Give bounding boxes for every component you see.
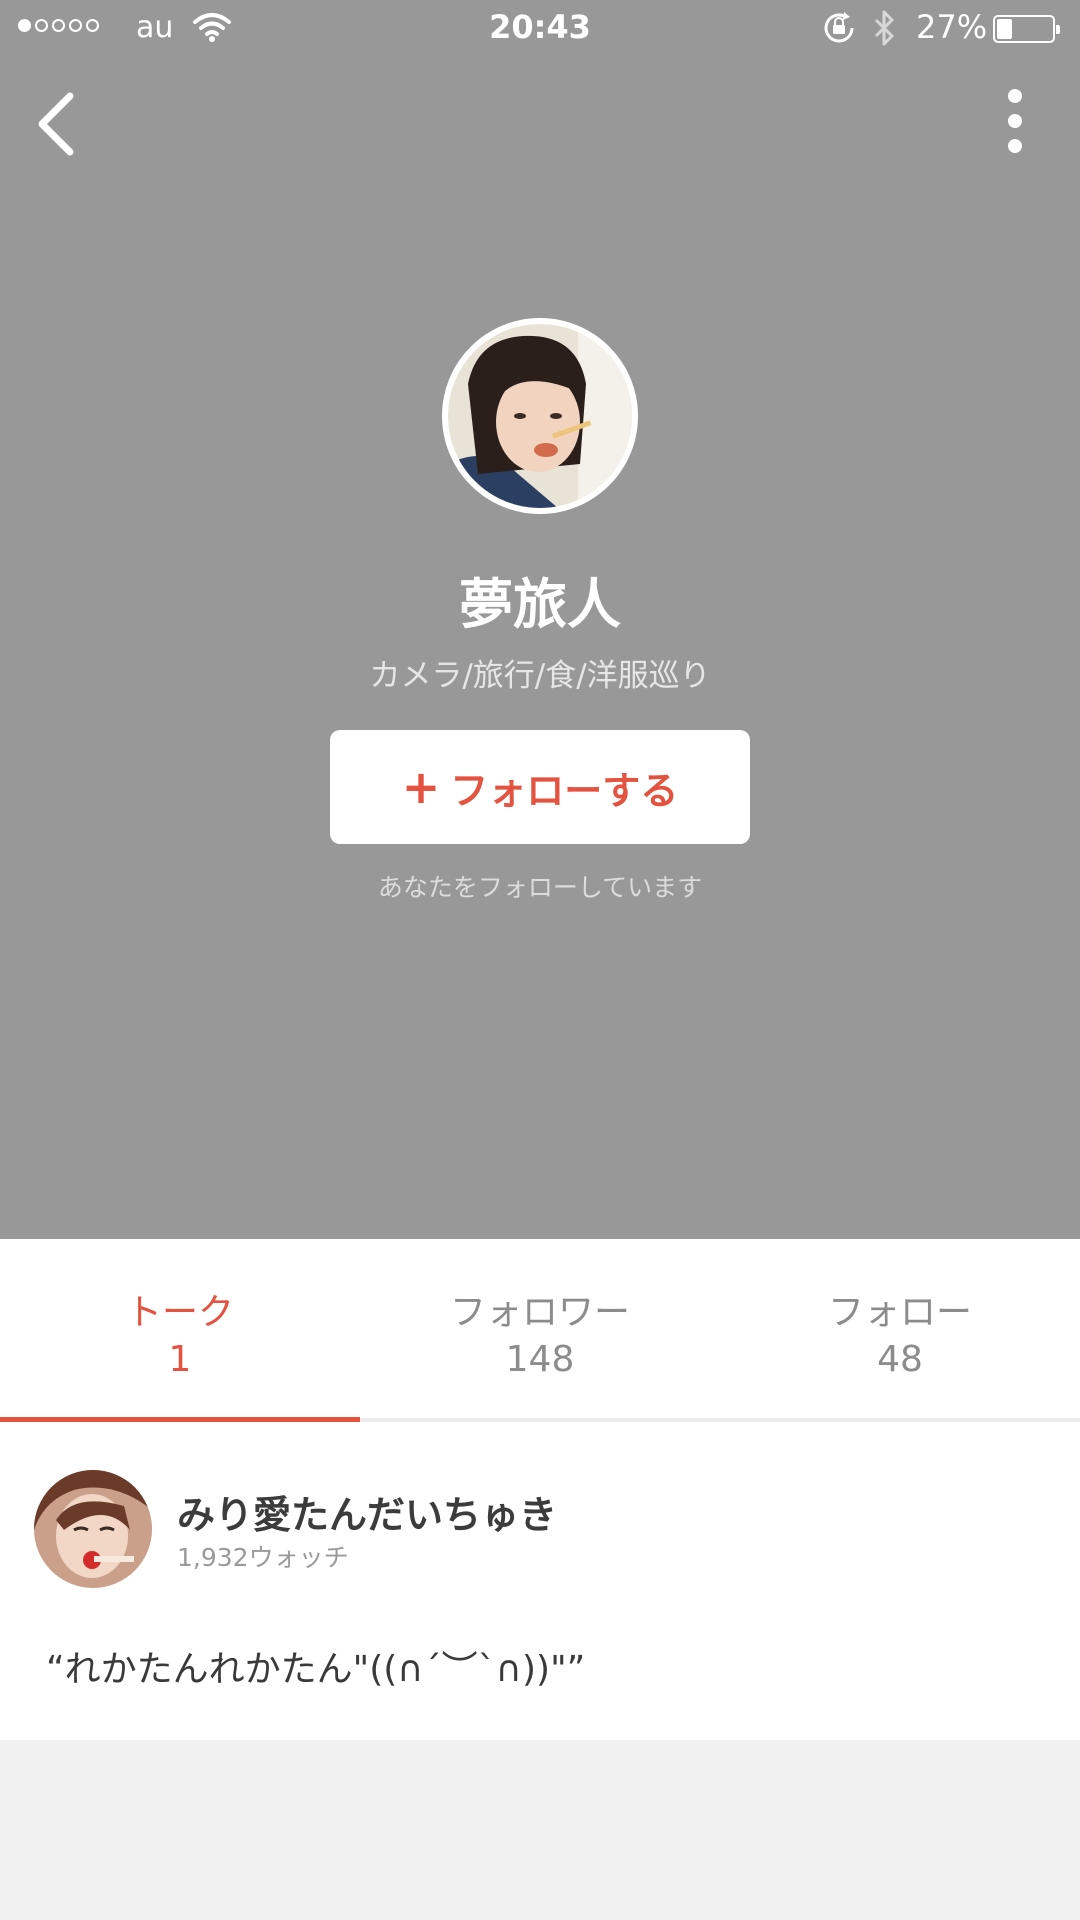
- talk-watch-count: 1,932ウォッチ: [177, 1543, 349, 1572]
- tab-following-count: 48: [877, 1339, 923, 1380]
- profile-tabs: トーク 1 フォロワー 148 フォロー 48: [0, 1239, 1080, 1422]
- tab-following[interactable]: フォロー 48: [720, 1239, 1080, 1422]
- rotation-lock-icon: [824, 12, 854, 43]
- status-bar: au 20:43 27%: [0, 0, 1080, 56]
- talk-list-item[interactable]: みり愛たんだいちゅき 1,932ウォッチ “れかたんれかたん"((∩´︶`∩))…: [0, 1422, 1080, 1740]
- profile-avatar: [442, 318, 638, 514]
- profile-bio: カメラ/旅行/食/洋服巡り: [369, 658, 711, 694]
- tab-talk-label: トーク: [125, 1292, 234, 1333]
- follow-button-label: フォローする: [450, 768, 679, 813]
- tab-followers[interactable]: フォロワー 148: [360, 1239, 720, 1422]
- back-chevron-icon[interactable]: [22, 82, 92, 162]
- plus-icon: +: [401, 760, 441, 814]
- tab-talk-count: 1: [168, 1339, 192, 1380]
- profile-header: au 20:43 27% 夢旅人 カメラ/旅行/食/洋服巡り + フォローする …: [0, 0, 1080, 1239]
- talk-quote: “れかたんれかたん"((∩´︶`∩))"”: [46, 1649, 586, 1690]
- talk-avatar: [34, 1470, 152, 1588]
- follows-you-notice: あなたをフォローしています: [377, 873, 703, 902]
- battery-icon: [993, 15, 1060, 43]
- tab-followers-label: フォロワー: [449, 1292, 630, 1333]
- tab-talk[interactable]: トーク 1: [0, 1239, 360, 1422]
- bluetooth-icon: [874, 10, 894, 46]
- tab-following-label: フォロー: [827, 1292, 972, 1333]
- battery-percent: 27%: [916, 8, 988, 46]
- profile-screen: au 20:43 27% 夢旅人 カメラ/旅行/食/洋服巡り + フォローする …: [0, 0, 1080, 1920]
- talk-title: みり愛たんだいちゅき: [177, 1493, 558, 1537]
- tab-followers-count: 148: [505, 1339, 575, 1380]
- more-options-icon[interactable]: [990, 86, 1040, 156]
- profile-name: 夢旅人: [459, 573, 621, 636]
- follow-button[interactable]: + フォローする: [330, 730, 750, 844]
